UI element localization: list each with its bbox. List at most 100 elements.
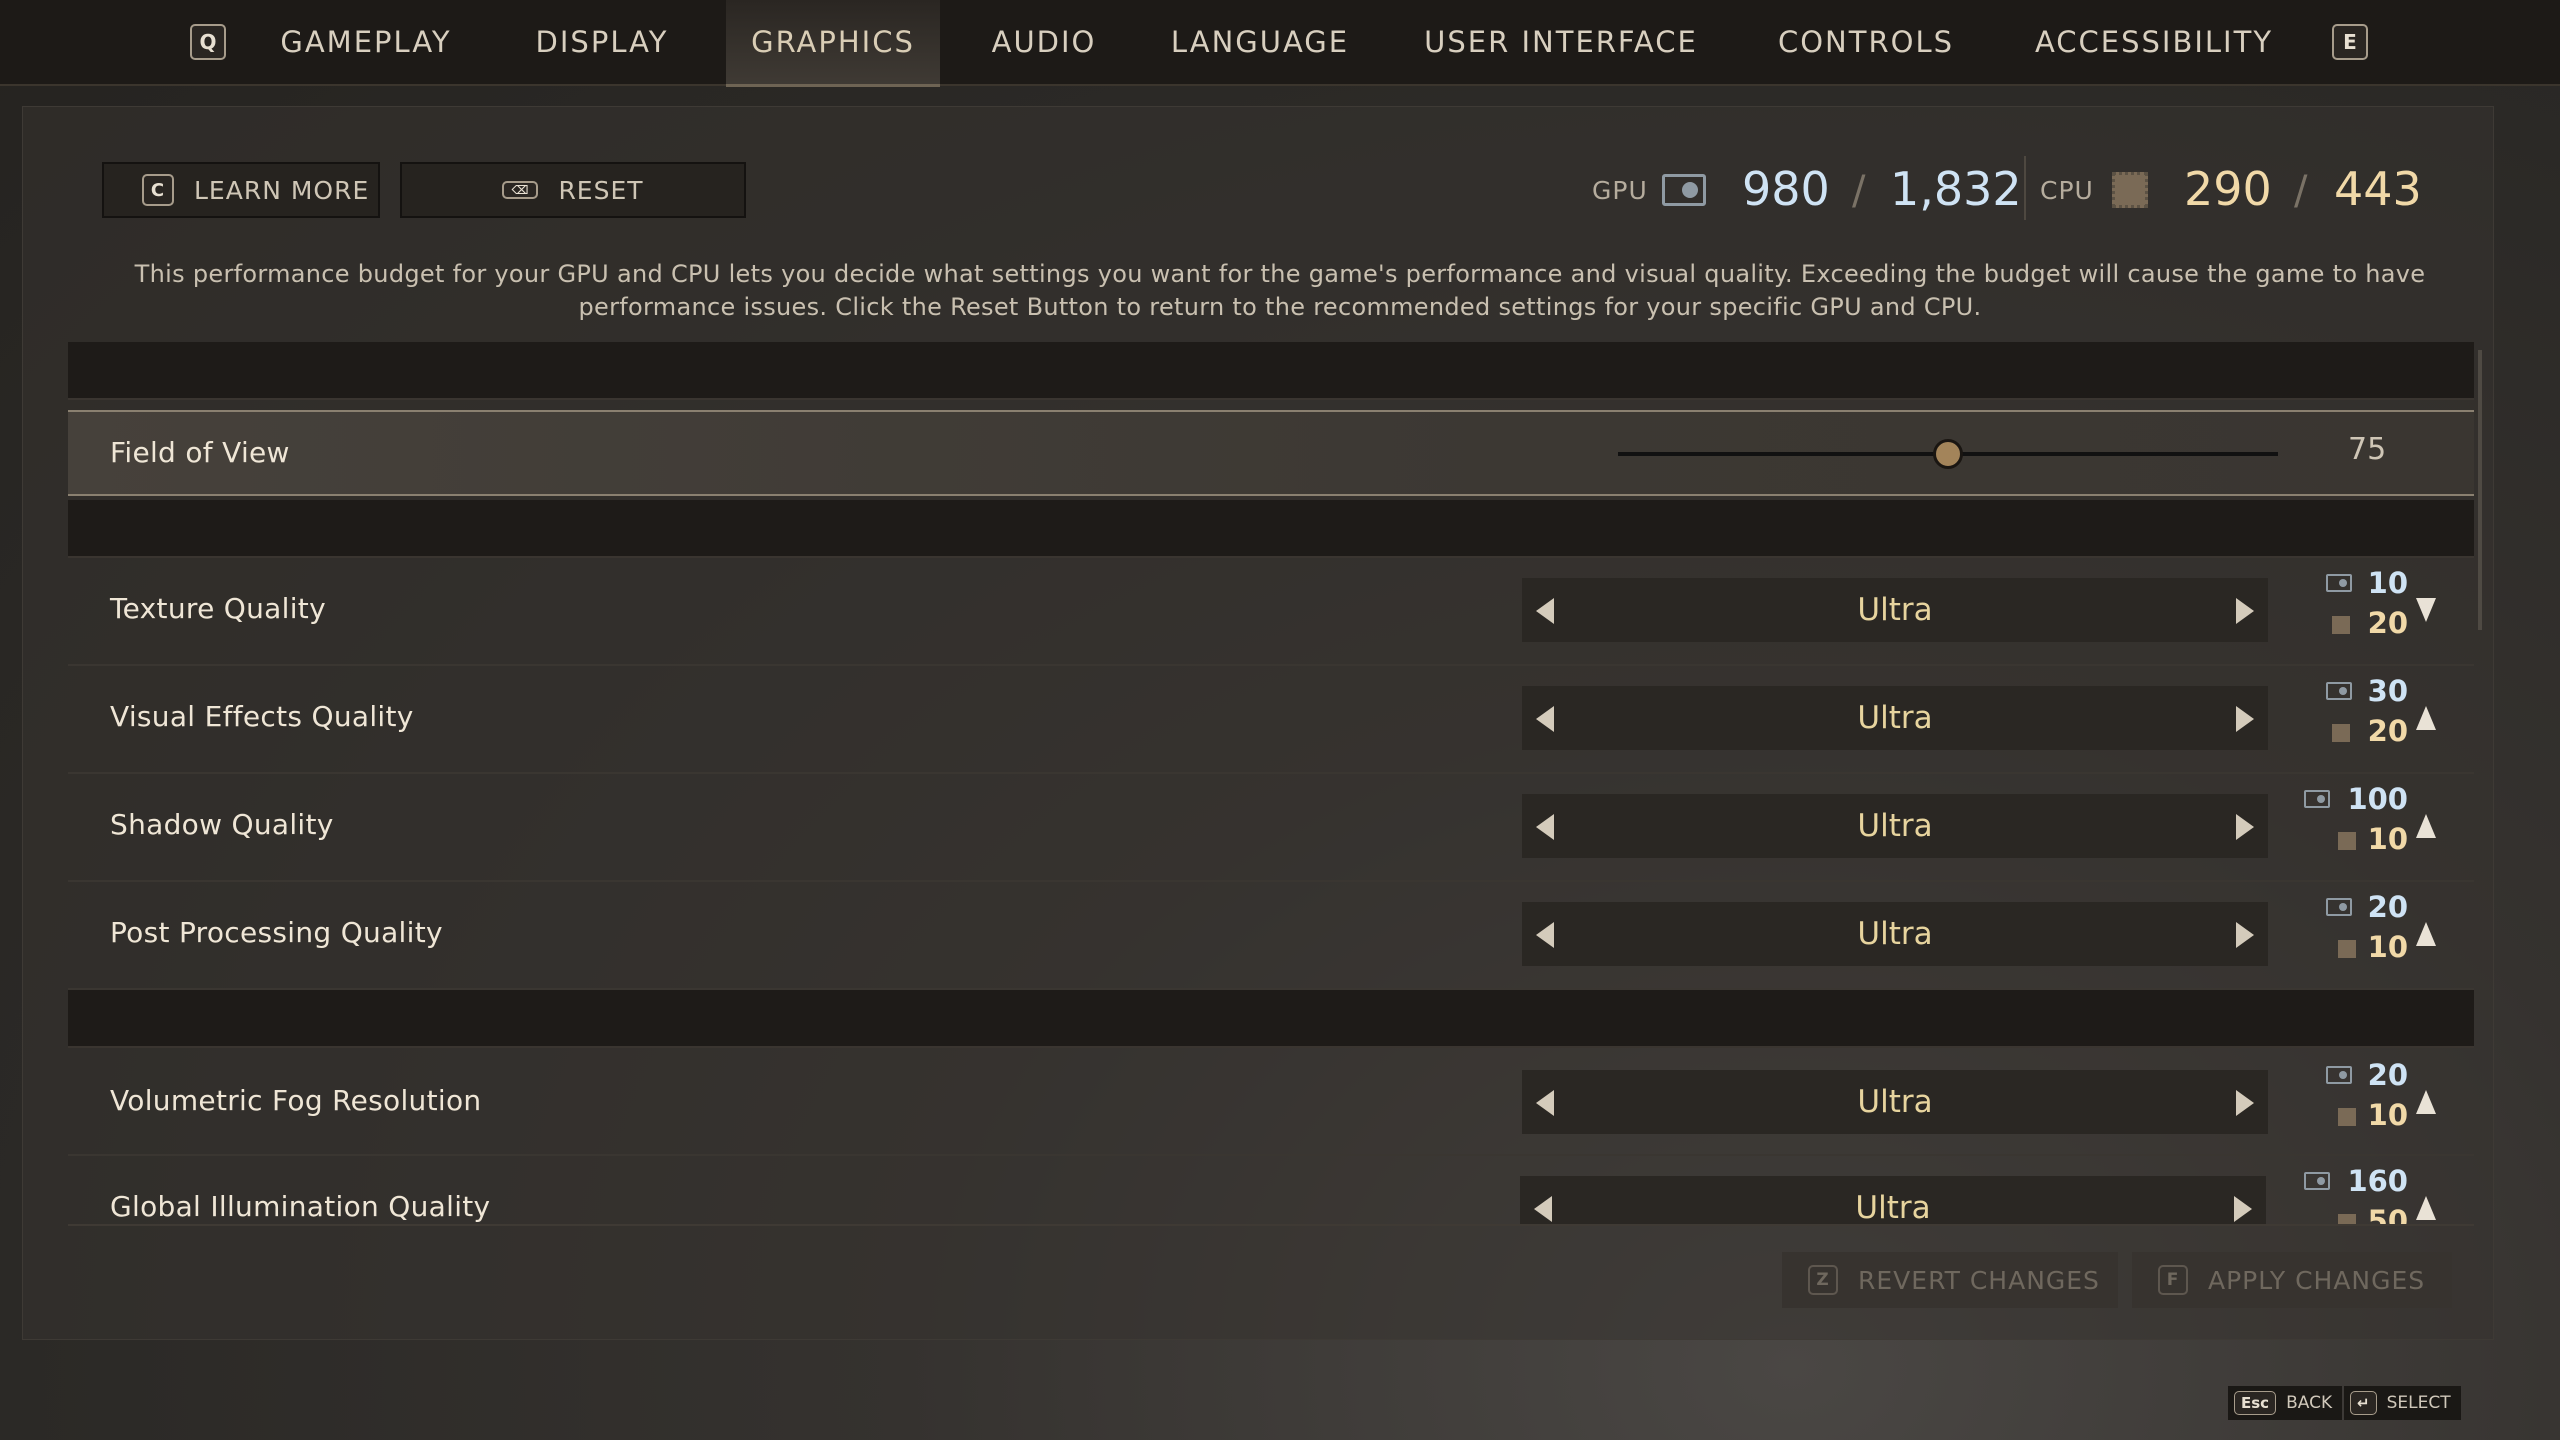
setting-selector[interactable]: Ultra [1522,1070,2268,1134]
enter-key-icon: ↵ [2350,1391,2377,1415]
gpu-cost: 20 [2367,1058,2408,1092]
arrow-right-icon[interactable] [2236,598,2254,624]
setting-row-volumetric-fog-resolution[interactable]: Volumetric Fog Resolution Ultra 20 10 [68,1048,2474,1156]
back-hint[interactable]: Esc BACK [2228,1386,2343,1420]
cpu-total: 443 [2334,162,2422,216]
next-tab-key[interactable]: E [2332,24,2368,60]
setting-selector[interactable]: Ultra [1522,578,2268,642]
settings-list: Field of View 75 Texture Quality Ultra 1… [68,342,2474,1224]
setting-selector[interactable]: Ultra [1520,1176,2266,1224]
setting-selector[interactable]: Ultra [1522,902,2268,966]
arrow-right-icon[interactable] [2236,706,2254,732]
select-label: SELECT [2386,1393,2451,1413]
cpu-separator: / [2294,168,2308,214]
section-header [68,990,2474,1048]
gpu-card-icon [2326,682,2352,700]
cpu-chip-icon [2112,172,2148,208]
gpu-cost: 30 [2367,674,2408,708]
trend-up-icon [2416,706,2436,730]
learn-more-key: C [142,174,174,206]
revert-key: Z [1808,1265,1838,1295]
revert-changes-button[interactable]: Z REVERT CHANGES [1782,1252,2118,1308]
setting-row-global-illumination-quality[interactable]: Global Illumination Quality Ultra 160 50 [68,1156,2474,1224]
arrow-right-icon[interactable] [2236,922,2254,948]
setting-selector[interactable]: Ultra [1522,794,2268,858]
tab-accessibility[interactable]: ACCESSIBILITY [2026,0,2282,84]
cpu-cost: 50 [2367,1204,2408,1224]
cost-display: 20 10 [2298,890,2408,980]
apply-key: F [2158,1265,2188,1295]
cpu-cost: 20 [2367,606,2408,640]
cpu-chip-icon [2332,616,2350,634]
gpu-used: 980 [1742,162,1830,216]
tab-language[interactable]: LANGUAGE [1160,0,1360,84]
arrow-right-icon[interactable] [2234,1196,2252,1222]
arrow-right-icon[interactable] [2236,814,2254,840]
setting-row-post-processing-quality[interactable]: Post Processing Quality Ultra 20 10 [68,882,2474,990]
learn-more-button[interactable]: C LEARN MORE [102,162,380,218]
cost-display: 20 10 [2298,1058,2408,1148]
setting-label: Volumetric Fog Resolution [110,1084,482,1117]
cost-display: 10 20 [2298,566,2408,656]
cpu-label: CPU [2040,176,2094,205]
budget-description: This performance budget for your GPU and… [134,260,2426,321]
cpu-chip-icon [2338,1214,2356,1224]
reset-button[interactable]: ⌫ RESET [400,162,746,218]
setting-label: Global Illumination Quality [110,1190,491,1223]
reset-label: RESET [558,175,644,205]
setting-value: Ultra [1855,1190,1931,1224]
tab-audio[interactable]: AUDIO [984,0,1104,84]
setting-label: Shadow Quality [110,808,334,841]
setting-value: Ultra [1857,592,1933,628]
setting-value: Ultra [1857,1084,1933,1120]
cpu-cost: 10 [2367,1098,2408,1132]
cpu-used: 290 [2184,162,2272,216]
trend-up-icon [2416,814,2436,838]
cpu-chip-icon [2338,940,2356,958]
setting-label: Texture Quality [110,592,326,625]
tab-gameplay[interactable]: GAMEPLAY [266,0,466,84]
setting-value: Ultra [1857,700,1933,736]
setting-label: Post Processing Quality [110,916,443,949]
gpu-cost: 20 [2367,890,2408,924]
tab-user-interface[interactable]: USER INTERFACE [1416,0,1706,84]
setting-label: Visual Effects Quality [110,700,414,733]
tab-display[interactable]: DISPLAY [518,0,686,84]
gpu-total: 1,832 [1890,162,2022,216]
cpu-chip-icon [2338,1108,2356,1126]
gpu-card-icon [2326,574,2352,592]
setting-selector[interactable]: Ultra [1522,686,2268,750]
tab-controls[interactable]: CONTROLS [1766,0,1966,84]
select-hint[interactable]: ↵ SELECT [2344,1386,2461,1420]
gpu-separator: / [1852,168,1866,214]
cpu-cost: 20 [2367,714,2408,748]
gpu-card-icon [2326,1066,2352,1084]
list-bottom-divider [68,1224,2474,1226]
trend-up-icon [2416,1196,2436,1220]
trend-up-icon [2416,922,2436,946]
gpu-cost: 100 [2347,782,2408,816]
fov-slider-handle[interactable] [1933,439,1963,469]
setting-value: Ultra [1857,808,1933,844]
apply-label: APPLY CHANGES [2208,1265,2426,1295]
apply-changes-button[interactable]: F APPLY CHANGES [2132,1252,2452,1308]
fov-row[interactable]: Field of View 75 [68,410,2474,496]
setting-row-texture-quality[interactable]: Texture Quality Ultra 10 20 [68,558,2474,666]
tab-graphics[interactable]: GRAPHICS [726,0,940,87]
gpu-card-icon [2304,790,2330,808]
setting-row-shadow-quality[interactable]: Shadow Quality Ultra 100 10 [68,774,2474,882]
budget-divider [2024,156,2026,220]
section-header [68,342,2474,400]
prev-tab-key[interactable]: Q [190,24,226,60]
gpu-label: GPU [1592,176,1648,205]
setting-row-visual-effects-quality[interactable]: Visual Effects Quality Ultra 30 20 [68,666,2474,774]
cpu-chip-icon [2338,832,2356,850]
arrow-right-icon[interactable] [2236,1090,2254,1116]
gpu-card-icon [2304,1172,2330,1190]
settings-scrollbar[interactable] [2478,350,2482,630]
cpu-cost: 10 [2367,822,2408,856]
esc-key: Esc [2234,1391,2277,1415]
cost-display: 100 10 [2298,782,2408,872]
section-header [68,500,2474,558]
gpu-card-icon [1662,174,1706,206]
